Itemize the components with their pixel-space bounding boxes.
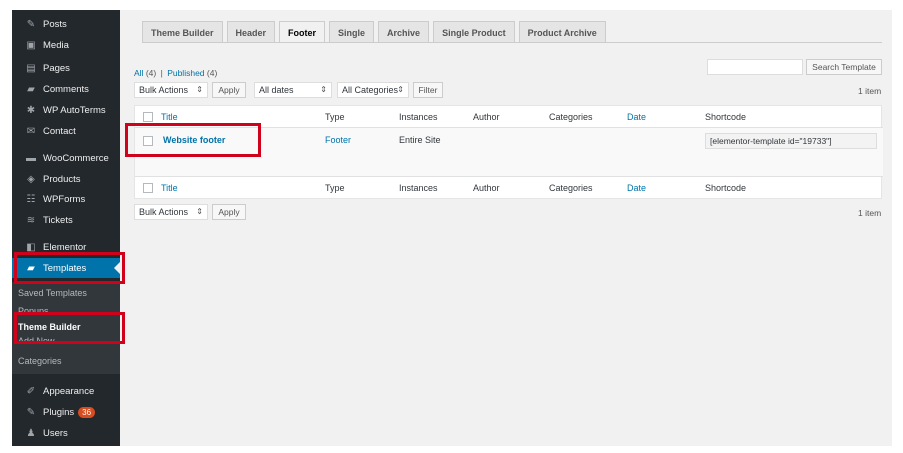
main-content: Theme Builder Header Footer Single Archi… [132, 10, 892, 446]
autoterms-icon: ✱ [26, 104, 36, 116]
highlight-row-title [125, 123, 261, 157]
sidebar-item-media[interactable]: ▣ Media [12, 35, 120, 55]
tickets-icon: ≋ [26, 214, 36, 226]
tab-product-archive[interactable]: Product Archive [518, 21, 606, 43]
envelope-icon: ✉ [26, 125, 36, 137]
column-shortcode-bottom: Shortcode [705, 183, 747, 193]
bulk-actions-value-bottom: Bulk Actions [139, 207, 189, 217]
apply-button-bottom[interactable]: Apply [212, 204, 246, 220]
template-type-tabs: Theme Builder Header Footer Single Archi… [142, 21, 610, 43]
filter-separator: | [160, 68, 163, 78]
column-date-bottom[interactable]: Date [627, 183, 646, 193]
select-all-checkbox[interactable] [143, 112, 153, 122]
brush-icon: ✐ [26, 385, 36, 397]
woo-icon: ▬ [26, 152, 36, 164]
filter-all-link[interactable]: All [134, 68, 143, 78]
select-arrow-icon: ⇕ [196, 85, 203, 94]
row-instances: Entire Site [399, 135, 441, 145]
filter-published-link[interactable]: Published [167, 68, 204, 78]
filter-button[interactable]: Filter [413, 82, 443, 98]
tab-header[interactable]: Header [226, 21, 276, 43]
search-template-button[interactable]: Search Template [806, 59, 882, 75]
admin-frame: ✎ Posts ▣ Media ▤ Pages ▰ Comments ✱ WP … [12, 10, 892, 446]
select-arrow-icon: ⇕ [320, 85, 327, 94]
column-shortcode: Shortcode [705, 112, 747, 122]
column-type-bottom: Type [325, 183, 345, 193]
column-date[interactable]: Date [627, 112, 646, 122]
bulk-actions-select-bottom[interactable]: Bulk Actions ⇕ [134, 204, 208, 220]
highlight-templates [14, 252, 125, 284]
column-title[interactable]: Title [161, 112, 178, 122]
tab-single[interactable]: Single [329, 21, 375, 43]
filter-published-count: (4) [206, 68, 218, 78]
sidebar-item-users[interactable]: ♟ Users [12, 423, 120, 443]
column-instances: Instances [399, 112, 438, 122]
status-filter-links: All (4) | Published (4) [134, 68, 217, 78]
tab-theme-builder[interactable]: Theme Builder [142, 21, 223, 43]
pin-icon: ✎ [26, 18, 36, 30]
submenu-saved-templates[interactable]: Saved Templates [12, 284, 120, 302]
submenu-popups[interactable]: Popups [12, 302, 120, 312]
select-arrow-icon: ⇕ [397, 85, 404, 94]
dates-value: All dates [259, 85, 294, 95]
tabs-divider [142, 42, 882, 43]
table-footer-row: Title Type Instances Author Categories D… [135, 176, 883, 198]
plugins-label: Plugins [43, 406, 75, 418]
user-icon: ♟ [26, 427, 36, 439]
forms-icon: ☷ [26, 193, 36, 205]
select-arrow-icon: ⇕ [196, 207, 203, 216]
sidebar-item-posts[interactable]: ✎ Posts [12, 14, 120, 34]
admin-sidebar: ✎ Posts ▣ Media ▤ Pages ▰ Comments ✱ WP … [12, 10, 120, 446]
sidebar-item-pages[interactable]: ▤ Pages [12, 58, 120, 78]
column-type: Type [325, 112, 345, 122]
row-shortcode-field[interactable]: [elementor-template id="19733"] [705, 133, 877, 149]
plug-icon: ✎ [26, 406, 36, 418]
filter-all-count: (4) [145, 68, 157, 78]
sidebar-item-woocommerce[interactable]: ▬ WooCommerce [12, 148, 120, 168]
bulk-actions-value: Bulk Actions [139, 85, 189, 95]
column-author: Author [473, 112, 500, 122]
select-all-checkbox-bottom[interactable] [143, 183, 153, 193]
sidebar-item-wpforms[interactable]: ☷ WPForms [12, 189, 120, 209]
highlight-theme-builder [14, 312, 125, 344]
sidebar-item-contact[interactable]: ✉ Contact [12, 121, 120, 141]
sidebar-item-wp-autoterms[interactable]: ✱ WP AutoTerms [12, 100, 120, 120]
pages-icon: ▤ [26, 62, 36, 74]
tab-single-product[interactable]: Single Product [433, 21, 515, 43]
sidebar-item-appearance[interactable]: ✐ Appearance [12, 381, 120, 401]
sidebar-item-products[interactable]: ◈ Products [12, 169, 120, 189]
categories-select[interactable]: All Categories ⇕ [337, 82, 409, 98]
column-instances-bottom: Instances [399, 183, 438, 193]
dates-select[interactable]: All dates ⇕ [254, 82, 332, 98]
apply-button-top[interactable]: Apply [212, 82, 246, 98]
tab-archive[interactable]: Archive [378, 21, 430, 43]
elementor-icon: ◧ [26, 241, 36, 253]
column-categories: Categories [549, 112, 593, 122]
tab-footer[interactable]: Footer [279, 21, 326, 43]
items-count-bottom: 1 item [858, 208, 882, 218]
sidebar-item-tickets[interactable]: ≋ Tickets [12, 210, 120, 230]
search-input[interactable] [707, 59, 803, 75]
media-icon: ▣ [26, 39, 36, 51]
plugins-update-badge: 36 [78, 406, 96, 418]
submenu-categories[interactable]: Categories [12, 352, 120, 370]
items-count-top: 1 item [858, 86, 882, 96]
column-categories-bottom: Categories [549, 183, 593, 193]
column-title-bottom[interactable]: Title [161, 183, 178, 193]
sidebar-item-plugins[interactable]: ✎ Plugins 36 [12, 402, 120, 422]
row-type[interactable]: Footer [325, 135, 351, 145]
sidebar-item-comments[interactable]: ▰ Comments [12, 79, 120, 99]
column-author-bottom: Author [473, 183, 500, 193]
comments-icon: ▰ [27, 83, 35, 95]
bulk-actions-select-top[interactable]: Bulk Actions ⇕ [134, 82, 208, 98]
categories-value: All Categories [342, 85, 399, 95]
products-icon: ◈ [27, 173, 35, 185]
